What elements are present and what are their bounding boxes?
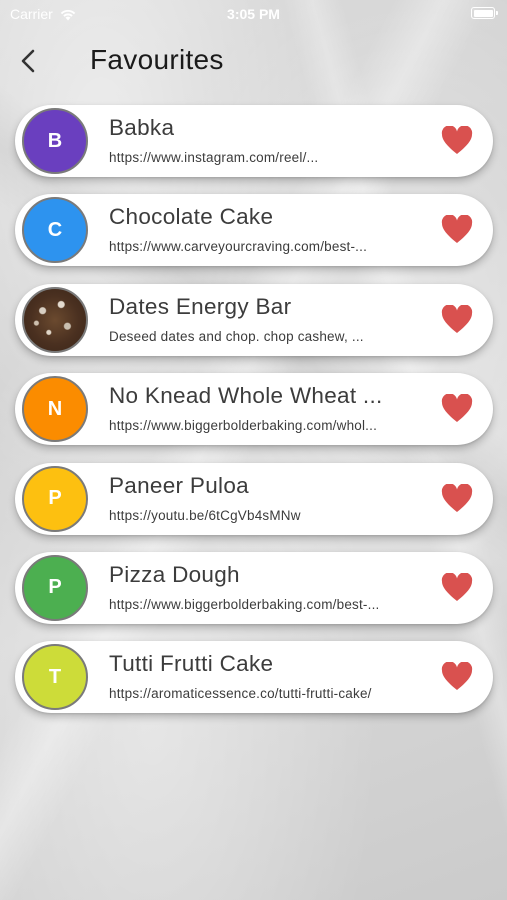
recipe-subtitle: https://aromaticessence.co/tutti-frutti-… <box>109 686 372 702</box>
avatar-initial: C <box>47 218 63 241</box>
chevron-left-icon <box>21 49 35 73</box>
heart-icon[interactable] <box>441 214 473 245</box>
avatar-initial: N <box>47 397 63 420</box>
recipe-subtitle: https://www.instagram.com/reel/... <box>109 150 319 165</box>
recipe-subtitle: https://www.biggerbolderbaking.com/whol.… <box>109 418 378 434</box>
avatar-initial: P <box>48 487 62 510</box>
recipe-subtitle: https://www.carveyourcraving.com/best-..… <box>109 239 368 255</box>
heart-icon[interactable] <box>441 661 473 692</box>
favourite-card[interactable]: B Babka https://www.instagram.com/reel/... <box>15 105 493 177</box>
initial-avatar: T <box>22 644 88 711</box>
recipe-subtitle: https://youtu.be/6tCgVb4sMNw <box>109 507 301 523</box>
recipe-title: Pizza Dough <box>109 561 240 587</box>
initial-avatar: P <box>22 465 88 532</box>
favourite-card[interactable]: T Tutti Frutti Cake https://aromaticessenc… <box>15 641 493 714</box>
favourite-card[interactable]: C Chocolate Cake https://www.carveyourcrav… <box>15 194 493 267</box>
recipe-title: No Knead Whole Wheat ... <box>109 383 383 409</box>
favourite-card[interactable]: P Pizza Dough https://www.biggerbolderbaki… <box>15 551 493 624</box>
status-bar: Carrier 3:05 PM <box>0 0 507 28</box>
favourites-list: B Babka https://www.instagram.com/reel/...… <box>15 105 493 731</box>
recipe-title: Tutti Frutti Cake <box>109 651 274 677</box>
heart-icon[interactable] <box>441 125 473 156</box>
favourite-card[interactable]: Dates Energy Bar Deseed dates and chop. c… <box>15 283 493 356</box>
avatar-initial: P <box>48 576 62 599</box>
recipe-title: Babka <box>109 115 175 140</box>
recipe-photo-avatar <box>22 286 88 353</box>
favourite-card[interactable]: N No Knead Whole Wheat ... https://www.big… <box>15 373 493 446</box>
heart-icon[interactable] <box>441 482 473 514</box>
back-button[interactable] <box>14 44 44 78</box>
navigation-header: Favourites <box>0 40 507 84</box>
page-title: Favourites <box>90 44 224 75</box>
favourite-card[interactable]: P Paneer Puloa https://youtu.be/6tCgVb4sMN… <box>15 462 493 535</box>
initial-avatar: N <box>22 376 88 443</box>
recipe-subtitle: https://www.biggerbolderbaking.com/best-… <box>109 596 380 612</box>
recipe-title: Chocolate Cake <box>109 204 274 230</box>
heart-icon[interactable] <box>441 393 473 424</box>
recipe-subtitle: Deseed dates and chop. chop cashew, ... <box>109 328 364 344</box>
recipe-title: Dates Energy Bar <box>109 293 292 319</box>
initial-avatar: P <box>22 554 88 621</box>
heart-icon[interactable] <box>441 304 473 335</box>
avatar-initial: T <box>48 665 62 688</box>
recipe-title: Paneer Puloa <box>109 472 249 498</box>
avatar-initial: B <box>47 129 63 152</box>
initial-avatar: C <box>22 197 88 264</box>
initial-avatar: B <box>22 108 88 174</box>
heart-icon[interactable] <box>441 572 473 603</box>
battery-icon <box>471 7 498 19</box>
status-time: 3:05 PM <box>227 6 280 22</box>
